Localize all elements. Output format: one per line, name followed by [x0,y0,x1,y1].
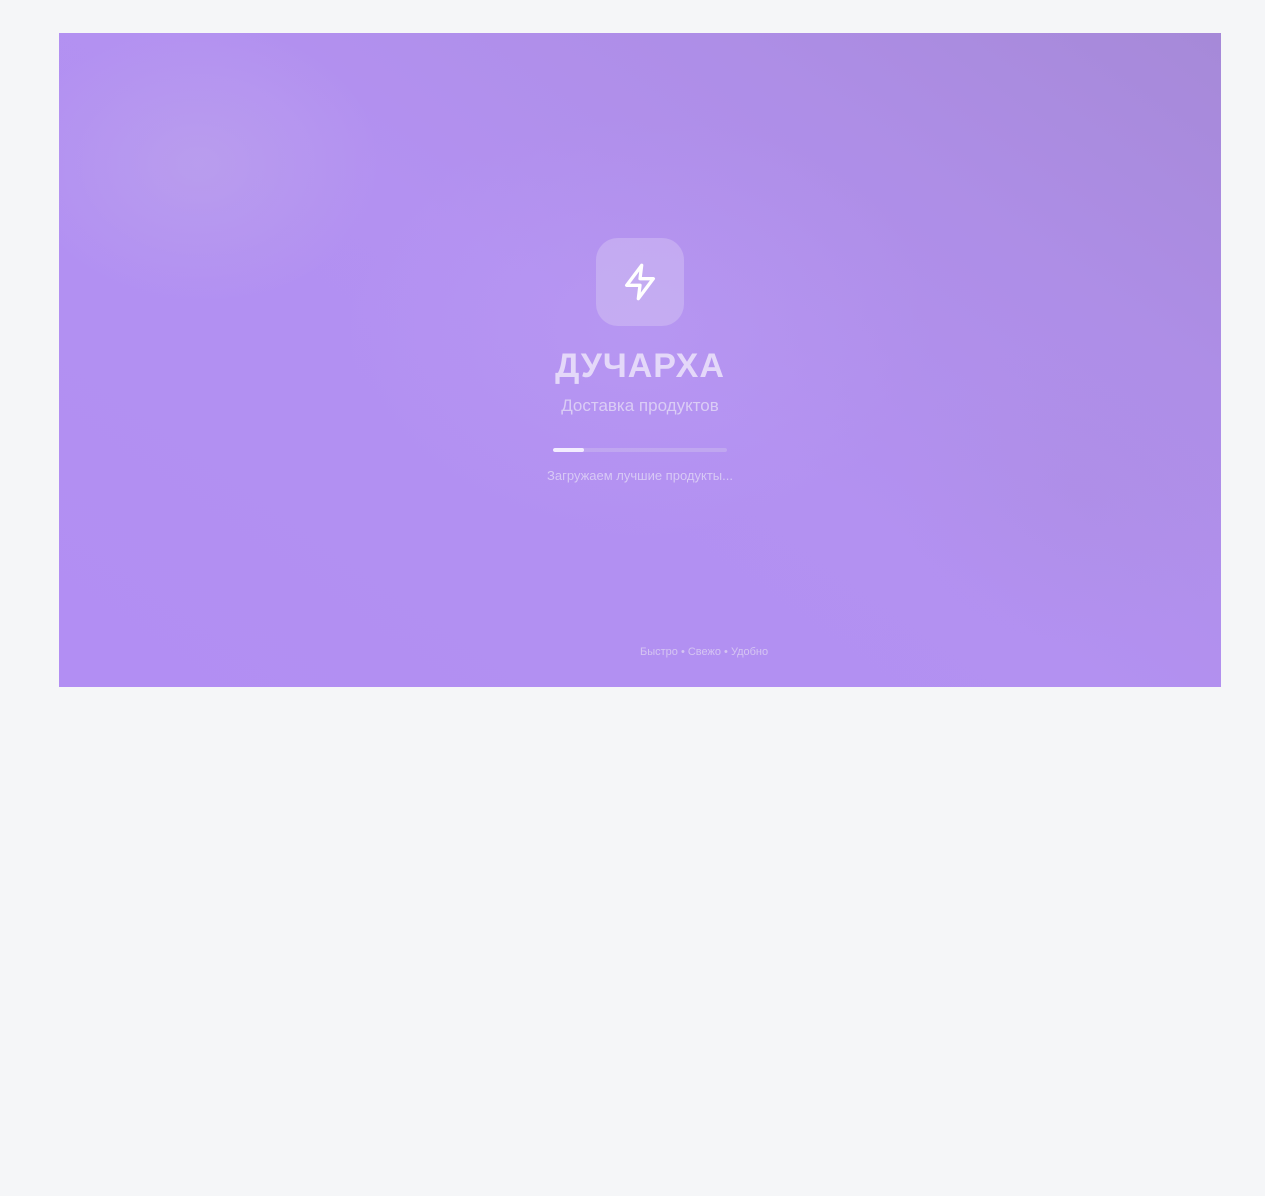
app-logo [596,238,684,326]
loading-progress-bar [553,448,727,452]
loading-status-text: Загружаем лучшие продукты... [547,468,733,483]
splash-screen: ДУЧАРХА Доставка продуктов Загружаем луч… [59,33,1221,687]
footer-slogan: Быстро • Свежо • Удобно [640,646,769,658]
lightning-bolt-icon [620,262,660,302]
loading-progress-fill [553,448,585,452]
brand-name: ДУЧАРХА [555,347,725,385]
tagline: Доставка продуктов [561,396,719,415]
